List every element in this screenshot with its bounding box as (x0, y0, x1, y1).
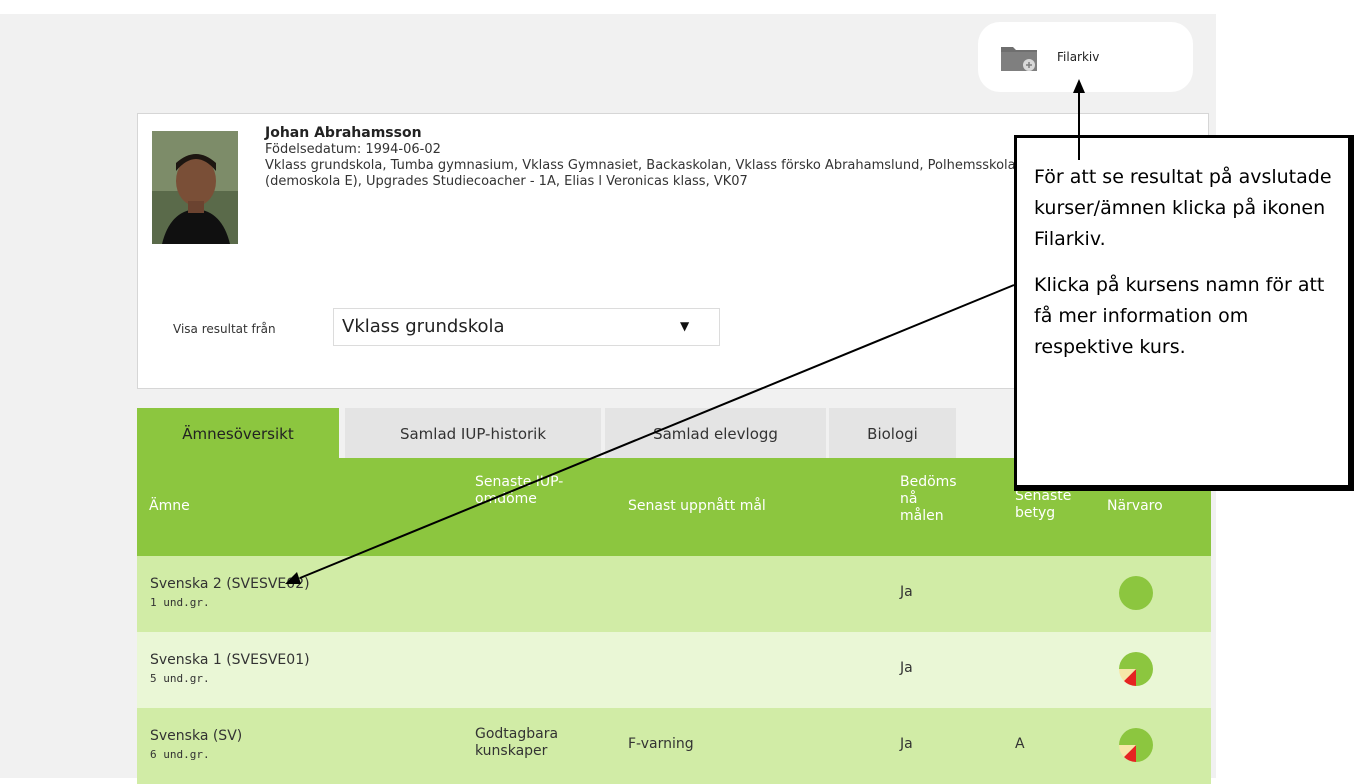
filarkiv-label[interactable]: Filarkiv (1057, 50, 1099, 64)
attendance-pie-icon[interactable] (1118, 575, 1154, 611)
assessed-value: Ja (900, 660, 913, 676)
attendance-pie-icon[interactable] (1118, 651, 1154, 687)
header-subject[interactable]: Ämne (149, 498, 190, 515)
dropdown-arrow-icon[interactable]: ▼ (680, 319, 689, 333)
assessed-value: Ja (900, 736, 913, 752)
results-filter-label: Visa resultat från (173, 322, 276, 336)
callout-text-course: Klicka på kursens namn för att få mer in… (1034, 274, 1325, 358)
attendance-pie-icon[interactable] (1118, 727, 1154, 763)
latest-iup-value: Godtagbara kunskaper (475, 726, 559, 759)
student-classes: Vklass grundskola, Tumba gymnasium, Vkla… (265, 158, 1024, 189)
tab-samlad-iup-historik[interactable]: Samlad IUP-historik (345, 408, 601, 458)
latest-grade-value: A (1015, 736, 1025, 752)
tab-samlad-elevlogg[interactable]: Samlad elevlogg (605, 408, 826, 458)
header-latest-grade[interactable]: Senaste betyg (1015, 488, 1085, 522)
attendance-present-slice (1119, 576, 1153, 610)
table-row: Svenska 1 (SVESVE01) 5 und.gr. Ja (137, 632, 1211, 708)
callout-text-filarkiv: För att se resultat på avslutade kurser/… (1034, 166, 1332, 250)
folder-icon[interactable] (1000, 44, 1038, 72)
subject-groups: 6 und.gr. (150, 748, 210, 761)
latest-goal-value: F-varning (628, 736, 694, 752)
results-school-select[interactable]: Vklass grundskola ▼ (333, 308, 720, 346)
subject-groups: 1 und.gr. (150, 596, 210, 609)
tab-biologi[interactable]: Biologi (829, 408, 956, 458)
subject-groups: 5 und.gr. (150, 672, 210, 685)
header-latest-iup[interactable]: Senaste IUP-omdöme (475, 474, 565, 508)
subject-link[interactable]: Svenska 2 (SVESVE02) (150, 576, 310, 592)
table-row: Svenska 2 (SVESVE02) 1 und.gr. Ja (137, 556, 1211, 632)
table-row: Svenska (SV) 6 und.gr. Godtagbara kunska… (137, 708, 1211, 784)
student-avatar (152, 131, 238, 244)
subject-link[interactable]: Svenska 1 (SVESVE01) (150, 652, 310, 668)
help-callout: För att se resultat på avslutade kurser/… (1014, 135, 1354, 491)
header-latest-goal[interactable]: Senast uppnått mål (628, 498, 766, 515)
tab-amnesoversikt[interactable]: Ämnesöversikt (137, 408, 339, 458)
student-name: Johan Abrahamsson (265, 125, 422, 141)
results-school-value[interactable]: Vklass grundskola (342, 316, 505, 337)
subject-link[interactable]: Svenska (SV) (150, 728, 242, 744)
student-birthdate: Födelsedatum: 1994-06-02 (265, 142, 441, 157)
assessed-value: Ja (900, 584, 913, 600)
header-assessed[interactable]: Bedöms nå målen (900, 474, 960, 525)
header-attendance[interactable]: Närvaro (1107, 498, 1163, 515)
